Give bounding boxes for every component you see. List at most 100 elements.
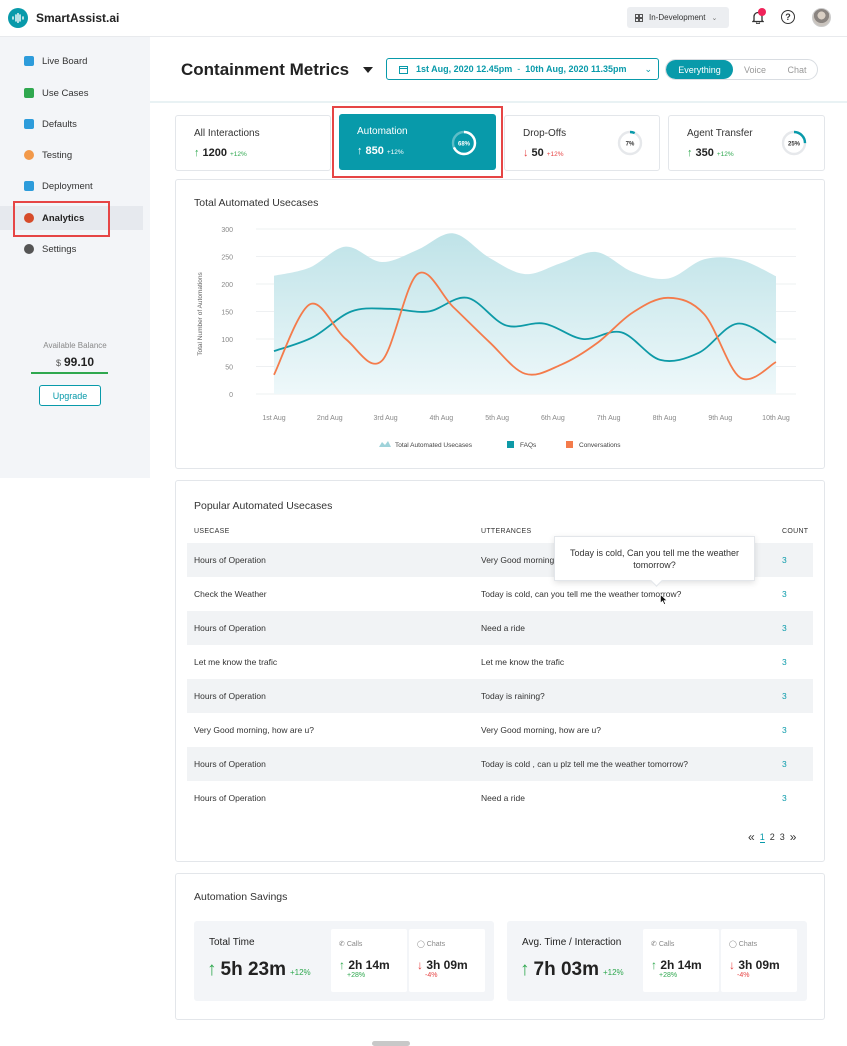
- count-cell[interactable]: 3: [782, 623, 787, 633]
- segment-everything[interactable]: Everything: [666, 60, 733, 79]
- y-axis-label: Total Number of Automations: [197, 272, 204, 356]
- sidebar-item-testing[interactable]: Testing: [0, 143, 150, 167]
- upgrade-button[interactable]: Upgrade: [39, 385, 101, 406]
- x-tick-label: 3rd Aug: [373, 415, 397, 422]
- x-tick-label: 5th Aug: [485, 415, 509, 422]
- brand-name: SmartAssist.ai: [36, 11, 120, 25]
- savings-total-time: Total Time ↑ 5h 23m +12% ✆ Calls ↑ 2h 14m …: [194, 921, 494, 1001]
- column-header-count: COUNT: [782, 528, 809, 535]
- page-title: Containment Metrics: [181, 60, 350, 79]
- phone-icon: ✆: [651, 941, 657, 948]
- segment-voice[interactable]: Voice: [733, 60, 777, 79]
- utterance-cell: Today is cold, can you tell me the weath…: [481, 589, 682, 599]
- count-cell[interactable]: 3: [782, 657, 787, 667]
- date-range-picker[interactable]: 1st Aug, 2020 12.45pm - 10th Aug, 2020 1…: [386, 58, 659, 80]
- x-tick-label: 2nd Aug: [317, 415, 343, 422]
- phone-icon: ✆: [339, 941, 345, 948]
- usecase-cell: Check the Weather: [194, 589, 267, 599]
- help-icon[interactable]: ?: [781, 10, 795, 24]
- savings-label: Total Time: [209, 937, 255, 948]
- settings-icon: [24, 244, 34, 254]
- channel-segmented-control: Everything Voice Chat: [665, 59, 818, 80]
- line-chart: 0 50 100 150 200 250 300 1st Aug 2nd Aug 3rd Aug 4…: [197, 227, 796, 449]
- page-1[interactable]: 1: [759, 832, 765, 843]
- sidebar-item-label: Defaults: [42, 118, 77, 130]
- x-tick-label: 10th Aug: [762, 415, 790, 422]
- usecase-cell: Hours of Operation: [194, 793, 266, 803]
- table-row[interactable]: Hours of Operation Today is raining? 3: [187, 679, 813, 713]
- page-3[interactable]: 3: [780, 832, 785, 842]
- kpi-title: Agent Transfer: [687, 128, 753, 139]
- top-bar: SmartAssist.ai In-Development ⌄ ?: [0, 0, 847, 37]
- environment-dropdown[interactable]: In-Development ⌄: [627, 7, 729, 28]
- count-cell[interactable]: 3: [782, 759, 787, 769]
- x-tick-label: 6th Aug: [541, 415, 565, 422]
- kpi-all-interactions[interactable]: All Interactions ↑ 1200 +12%: [175, 115, 331, 171]
- analytics-highlight-box: [13, 201, 110, 237]
- sidebar-item-label: Testing: [42, 149, 73, 161]
- sidebar-item-label: Live Board: [42, 55, 88, 67]
- x-tick-label: 4th Aug: [429, 415, 453, 422]
- utterance-cell: Today is cold , can u plz tell me the we…: [481, 759, 688, 769]
- column-header-usecase: USECASE: [194, 528, 230, 535]
- utterance-cell: Need a ride: [481, 623, 525, 633]
- savings-title: Automation Savings: [194, 891, 288, 903]
- avatar[interactable]: [812, 8, 831, 27]
- series-area-total-automated-usecases: [274, 233, 776, 394]
- kpi-value: ↑ 1200 +12%: [194, 147, 247, 159]
- environment-label: In-Development: [649, 13, 706, 22]
- table-row[interactable]: Check the Weather Today is cold, can you …: [187, 577, 813, 611]
- chevron-down-icon: ⌄: [711, 14, 718, 22]
- header-divider: [150, 101, 847, 103]
- count-cell[interactable]: 3: [782, 555, 787, 565]
- sidebar-item-live-board[interactable]: Live Board: [0, 49, 150, 73]
- savings-chats: ◯ Chats ↓ 3h 09m -4%: [409, 929, 485, 992]
- automation-highlight-box: [332, 106, 503, 178]
- utterance-tooltip: Today is cold, Can you tell me the weath…: [554, 536, 755, 581]
- chat-icon: ◯: [417, 941, 425, 948]
- sidebar-item-settings[interactable]: Settings: [0, 237, 150, 261]
- kpi-drop-offs[interactable]: Drop-Offs ↓ 50 +12% 7%: [504, 115, 660, 171]
- sidebar-item-deployment[interactable]: Deployment: [0, 174, 150, 198]
- savings-calls: ✆ Calls ↑ 2h 14m +28%: [331, 929, 407, 992]
- kpi-title: Drop-Offs: [523, 128, 567, 139]
- kpi-title: All Interactions: [194, 128, 260, 139]
- table-row[interactable]: Hours of Operation Need a ride 3: [187, 781, 813, 815]
- segment-chat[interactable]: Chat: [777, 60, 817, 79]
- utterance-cell: Need a ride: [481, 793, 525, 803]
- caret-down-icon[interactable]: [363, 67, 373, 73]
- column-header-utterances: UTTERANCES: [481, 528, 532, 535]
- legend-label: Conversations: [579, 442, 621, 449]
- kpi-agent-transfer[interactable]: Agent Transfer ↑ 350 +12% 25%: [668, 115, 825, 171]
- sidebar-item-label: Use Cases: [42, 87, 89, 99]
- pagination-next[interactable]: »: [790, 830, 797, 844]
- legend-label: Total Automated Usecases: [395, 442, 473, 449]
- y-tick-label: 0: [229, 392, 233, 399]
- count-cell[interactable]: 3: [782, 589, 787, 599]
- sidebar-item-use-cases[interactable]: Use Cases: [0, 81, 150, 105]
- balance-label: Available Balance: [43, 341, 107, 350]
- count-cell[interactable]: 3: [782, 691, 787, 701]
- table-row[interactable]: Let me know the trafic Let me know the tr…: [187, 645, 813, 679]
- drop-offs-progress-ring: 7%: [617, 130, 643, 156]
- pagination-prev[interactable]: «: [748, 830, 755, 844]
- count-cell[interactable]: 3: [782, 793, 787, 803]
- x-tick-label: 9th Aug: [708, 415, 732, 422]
- table-title: Popular Automated Usecases: [194, 500, 333, 512]
- usecase-cell: Hours of Operation: [194, 759, 266, 769]
- usecase-cell: Hours of Operation: [194, 623, 266, 633]
- table-row[interactable]: Very Good morning, how are u? Very Good m…: [187, 713, 813, 747]
- savings-value: ↑ 5h 23m +12%: [207, 959, 311, 980]
- legend-marker: [507, 441, 514, 448]
- sidebar-item-defaults[interactable]: Defaults: [0, 112, 150, 136]
- usecase-cell: Hours of Operation: [194, 555, 266, 565]
- table-row[interactable]: Hours of Operation Today is cold , can u …: [187, 747, 813, 781]
- table-row[interactable]: Hours of Operation Need a ride 3: [187, 611, 813, 645]
- page-2[interactable]: 2: [770, 832, 775, 842]
- count-cell[interactable]: 3: [782, 725, 787, 735]
- chat-icon: ◯: [729, 941, 737, 948]
- y-tick-label: 250: [221, 255, 233, 262]
- grid-icon: [635, 13, 643, 22]
- horizontal-scrollbar[interactable]: [372, 1041, 410, 1046]
- notification-badge: [758, 8, 766, 16]
